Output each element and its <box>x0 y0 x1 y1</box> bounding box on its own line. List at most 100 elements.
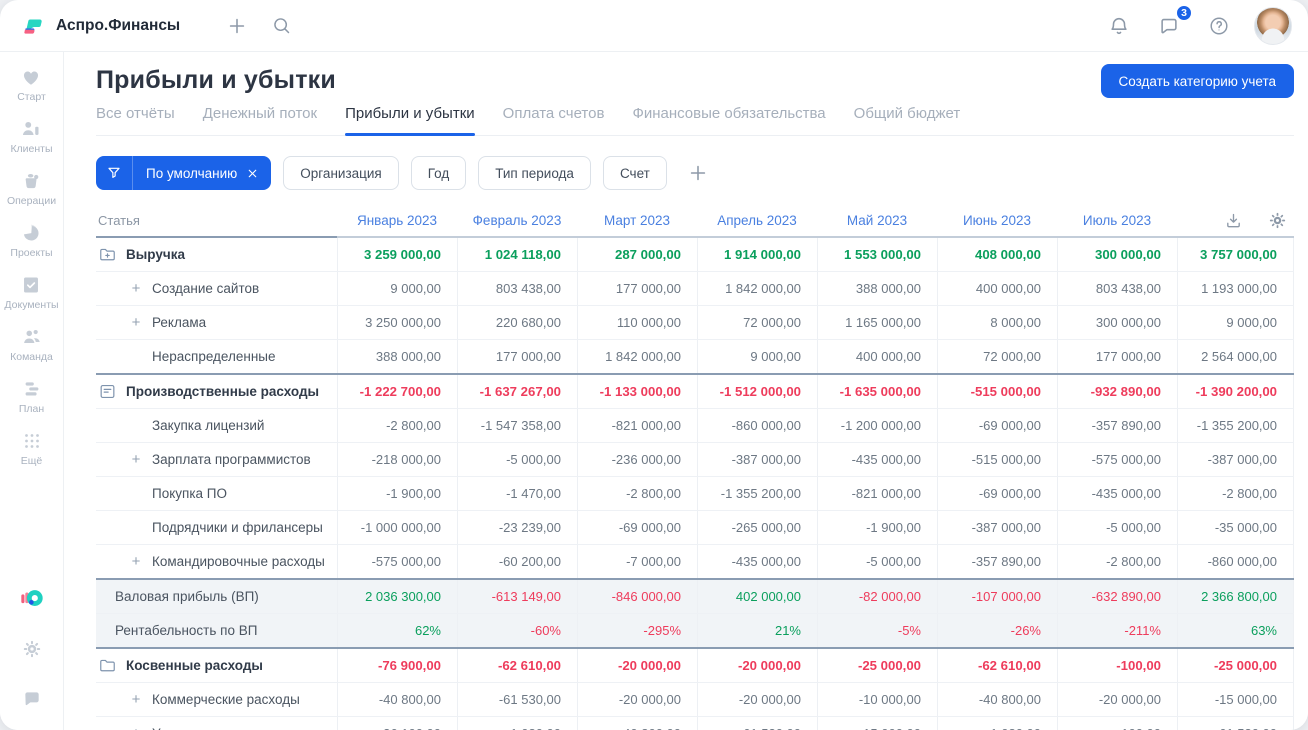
cell-value: -860 000,00 <box>1177 545 1294 578</box>
filter-chip-period-type[interactable]: Тип периода <box>478 156 591 190</box>
month-column-header-5[interactable]: Май 2023 <box>817 204 937 238</box>
row-label-text: Зарплата программистов <box>152 452 311 467</box>
month-column-header-1[interactable]: Январь 2023 <box>337 204 457 238</box>
table-row[interactable]: Выручка 3 259 000,00 1 024 118,00 287 000,0… <box>96 238 1294 271</box>
cell-value: -60 200,00 <box>457 545 577 578</box>
row-label[interactable]: Производственные расходы <box>96 375 337 408</box>
sidebar-item-team[interactable]: Команда <box>10 326 53 363</box>
gear-icon[interactable] <box>17 634 47 664</box>
brand[interactable]: Аспро.Финансы <box>20 13 180 39</box>
row-label[interactable]: Косвенные расходы <box>96 649 337 682</box>
expand-plus-icon[interactable]: + <box>129 554 143 569</box>
search-icon[interactable] <box>266 11 296 41</box>
cell-value: -69 000,00 <box>937 409 1057 442</box>
filter-chip-organization[interactable]: Организация <box>283 156 399 190</box>
row-label: Нераспределенные <box>96 340 337 373</box>
cell-value: -40 800,00 <box>937 683 1057 716</box>
download-icon[interactable] <box>1218 205 1248 235</box>
cell-value: -25 000,00 <box>817 649 937 682</box>
sidebar-item-clients[interactable]: Клиенты <box>10 118 53 155</box>
expand-plus-icon[interactable]: + <box>129 726 143 730</box>
report-tabs: Все отчёты Денежный поток Прибыли и убытки… <box>96 105 1294 136</box>
row-label-text: Выручка <box>126 247 185 262</box>
table-row[interactable]: Косвенные расходы -76 900,00 -62 610,00 -20… <box>96 647 1294 682</box>
cell-value: -20 000,00 <box>697 649 817 682</box>
expand-plus-icon[interactable]: + <box>129 315 143 330</box>
cell-value: -1 390 200,00 <box>1177 375 1294 408</box>
expand-plus-icon[interactable]: + <box>129 281 143 296</box>
brand-mark-icon[interactable] <box>17 584 47 614</box>
cell-value: 3 259 000,00 <box>337 238 457 271</box>
month-column-header-2[interactable]: Февраль 2023 <box>457 204 577 238</box>
cell-value: -1 900,00 <box>337 477 457 510</box>
row-label: + Управленческие расходы <box>96 717 337 730</box>
cell-value: 220 680,00 <box>457 306 577 339</box>
sidebar-item-operations[interactable]: Операции <box>7 170 56 207</box>
cell-value: -69 000,00 <box>577 511 697 544</box>
row-label-text: Покупка ПО <box>152 486 227 501</box>
user-avatar[interactable] <box>1254 6 1292 45</box>
row-label[interactable]: Выручка <box>96 238 337 271</box>
sidebar-item-label: Команда <box>10 351 53 363</box>
tab-financial-obligations[interactable]: Финансовые обязательства <box>632 105 825 135</box>
tab-cash-flow[interactable]: Денежный поток <box>203 105 317 135</box>
active-filter-chip[interactable]: По умолчанию <box>96 156 272 190</box>
sidebar-item-plan[interactable]: План <box>19 378 44 415</box>
filter-chip-year[interactable]: Год <box>410 156 467 190</box>
month-column-header-7[interactable]: Июль 2023 <box>1057 204 1177 238</box>
month-column-header-6[interactable]: Июнь 2023 <box>937 204 1057 238</box>
cell-value: -211% <box>1057 614 1177 647</box>
cell-value: -82 000,00 <box>817 580 937 613</box>
cell-value: -632 890,00 <box>1057 580 1177 613</box>
filter-funnel-icon <box>96 156 133 190</box>
article-column-header: Статья <box>96 204 337 238</box>
tab-profit-loss[interactable]: Прибыли и убытки <box>345 105 475 136</box>
row-label: Закупка лицензий <box>96 409 337 442</box>
cell-value: 177 000,00 <box>1057 340 1177 373</box>
heart-icon <box>20 66 42 88</box>
table-body: Выручка 3 259 000,00 1 024 118,00 287 000,0… <box>96 238 1294 730</box>
sidebar-item-start[interactable]: Старт <box>17 66 46 103</box>
table-row[interactable]: Производственные расходы -1 222 700,00 -1 … <box>96 373 1294 408</box>
row-label: + Реклама <box>96 306 337 339</box>
sidebar-item-label: План <box>18 403 45 415</box>
month-column-header-3[interactable]: Март 2023 <box>577 204 697 238</box>
bell-icon[interactable] <box>1104 11 1134 41</box>
cell-value: 62% <box>337 614 457 647</box>
expand-plus-icon[interactable]: + <box>129 452 143 467</box>
add-icon[interactable] <box>222 11 252 41</box>
sidebar-item-documents[interactable]: Документы <box>4 274 59 311</box>
row-label: + Зарплата программистов <box>96 443 337 476</box>
cell-value: -2 800,00 <box>337 409 457 442</box>
sidebar-item-projects[interactable]: Проекты <box>10 222 53 259</box>
tab-all-reports[interactable]: Все отчёты <box>96 105 175 135</box>
add-filter-icon[interactable] <box>683 158 713 188</box>
tab-bill-payment[interactable]: Оплата счетов <box>503 105 605 135</box>
cell-value: -387 000,00 <box>697 443 817 476</box>
help-icon[interactable] <box>1204 11 1234 41</box>
chat-bubble-icon[interactable] <box>17 684 47 714</box>
table-row: +Управленческие расходы-36 100,00-1 080,… <box>96 716 1294 730</box>
settings-icon[interactable] <box>1262 205 1292 235</box>
cell-value: -1 637 267,00 <box>457 375 577 408</box>
filter-chip-account[interactable]: Счет <box>602 156 667 190</box>
expand-plus-icon[interactable]: + <box>129 692 143 707</box>
row-label-text: Косвенные расходы <box>126 658 263 673</box>
sidebar-footer <box>17 584 47 730</box>
table-row: Покупка ПО -1 900,00 -1 470,00 -2 800,00 -1 … <box>96 476 1294 510</box>
create-category-button[interactable]: Создать категорию учета <box>1100 64 1294 98</box>
sidebar-item-more[interactable]: Ещё <box>21 430 43 467</box>
cell-value: -5 000,00 <box>1057 511 1177 544</box>
tab-total-budget[interactable]: Общий бюджет <box>854 105 961 135</box>
cell-value: -515 000,00 <box>937 375 1057 408</box>
sidebar-item-label: Старт <box>17 91 46 103</box>
remove-filter-icon[interactable] <box>246 167 271 180</box>
cell-value: 287 000,00 <box>577 238 697 271</box>
cell-value: 2 564 000,00 <box>1177 340 1294 373</box>
cell-value: -1 222 700,00 <box>337 375 457 408</box>
cell-value: -1 900,00 <box>817 511 937 544</box>
month-column-header-4[interactable]: Апрель 2023 <box>697 204 817 238</box>
folder-plus-icon <box>98 245 117 264</box>
cell-value: -5 000,00 <box>457 443 577 476</box>
cell-value: -2 800,00 <box>1177 477 1294 510</box>
